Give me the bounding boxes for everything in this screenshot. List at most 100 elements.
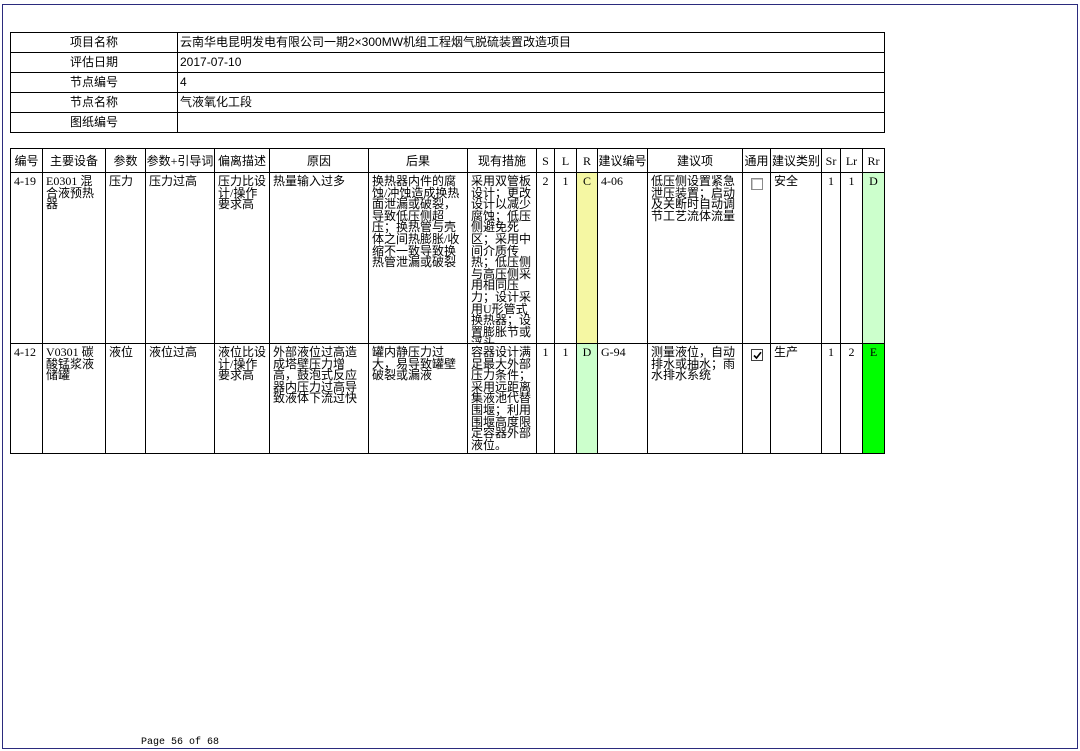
recommendation-cell: 测量液位，自动排水或抽水；雨水排水系统 (647, 343, 743, 454)
header-recommendation: 建议项 (647, 148, 743, 173)
table-header-row: 编号 主要设备 参数 参数+引导词 偏离描述 原因 后果 现有措施 S L R … (10, 148, 885, 173)
header-s: S (536, 148, 555, 173)
rec-id-cell: 4-06 (597, 172, 648, 344)
info-row-project-name: 项目名称 云南华电昆明发电有限公司一期2×300MW机组工程烟气脱硫装置改造项目 (10, 32, 885, 53)
rec-id-text: G-94 (601, 345, 626, 359)
risk-text: C (582, 174, 591, 188)
risk-cell: D (576, 343, 598, 454)
hazop-worksheet-table: 编号 主要设备 参数 参数+引导词 偏离描述 原因 后果 现有措施 S L R … (10, 148, 885, 454)
info-value: 云南华电昆明发电有限公司一期2×300MW机组工程烟气脱硫装置改造项目 (177, 32, 885, 53)
residual-risk-cell: D (862, 172, 885, 344)
general-checkbox[interactable] (750, 349, 763, 361)
info-label: 节点编号 (10, 72, 178, 93)
severity-cell: 2 (536, 172, 555, 344)
residual-risk-text: E (869, 345, 878, 359)
param-guideword-text: 液位过高 (149, 345, 198, 359)
header-id: 编号 (10, 148, 43, 173)
residual-severity-cell: 1 (821, 172, 841, 344)
recommendation-text: 低压侧设置紧急泄压装置；启动及关断时自动调节工艺流体流量 (651, 174, 736, 223)
severity-text: 2 (542, 174, 549, 188)
residual-severity-text: 1 (828, 174, 834, 188)
rec-category-cell: 安全 (770, 172, 822, 344)
rec-category-cell: 生产 (770, 343, 822, 454)
deviation-text: 压力比设计/操作要求高 (218, 174, 267, 212)
safeguards-cell: 采用双管板设计；更改设计以减少腐蚀；低压侧避免死区；采用中间介质传热；低压侧与高… (467, 172, 537, 344)
equipment-cell: E0301 混合液预热器 (42, 172, 106, 344)
general-wrapper (743, 344, 770, 453)
info-value (177, 112, 885, 133)
info-label: 项目名称 (10, 32, 178, 53)
deviation-cell: 压力比设计/操作要求高 (214, 172, 270, 344)
safeguards-text: 容器设计满足最大外部压力条件；采用远距离集液池代替围堰；利用围堰高度限定容器外部… (471, 345, 532, 452)
parameter-text: 压力 (109, 174, 134, 188)
rec-id-cell: G-94 (597, 343, 648, 454)
general-cell (742, 343, 771, 454)
header-lr: Lr (840, 148, 863, 173)
info-row-drawing-number: 图纸编号 (10, 112, 885, 133)
parameter-cell: 压力 (105, 172, 146, 344)
residual-likelihood-text: 2 (848, 345, 855, 359)
parameter-text: 液位 (109, 345, 134, 359)
header-r: R (576, 148, 598, 173)
equipment-cell: V0301 碳酸锰浆液储罐 (42, 343, 106, 454)
header-deviation: 偏离描述 (214, 148, 270, 173)
header-rec-id: 建议编号 (597, 148, 648, 173)
consequence-cell: 换热器内件的腐蚀/冲蚀造成换热面泄漏或破裂，导致低压侧超压；换热管与壳体之间热膨… (368, 172, 468, 344)
header-l: L (554, 148, 577, 173)
likelihood-cell: 1 (554, 343, 577, 454)
header-parameter: 参数 (105, 148, 146, 173)
id-cell: 4-19 (10, 172, 43, 344)
risk-cell: C (576, 172, 598, 344)
info-row-node-number: 节点编号 4 (10, 72, 885, 93)
consequence-text: 换热器内件的腐蚀/冲蚀造成换热面泄漏或破裂，导致低压侧超压；换热管与壳体之间热膨… (372, 174, 460, 270)
residual-risk-text: D (869, 174, 878, 188)
table-row: 4-12 V0301 碳酸锰浆液储罐 液位 液位过高 液位比设计/操作要求高 外… (10, 343, 885, 454)
deviation-text: 液位比设计/操作要求高 (218, 345, 267, 383)
header-rec-category: 建议类别 (770, 148, 822, 173)
safeguards-text: 采用双管板设计；更改设计以减少腐蚀；低压侧避免死区；采用中间介质传热；低压侧与高… (471, 174, 532, 343)
likelihood-cell: 1 (554, 172, 577, 344)
cause-cell: 外部液位过高造成塔壁压力增高，鼓泡式反应器内压力过高导致液体下流过快 (269, 343, 369, 454)
residual-likelihood-text: 1 (848, 174, 855, 188)
equipment-text: E0301 混合液预热器 (46, 174, 95, 212)
likelihood-text: 1 (562, 345, 569, 359)
residual-likelihood-cell: 1 (840, 172, 863, 344)
rec-id-text: 4-06 (601, 174, 623, 188)
general-checkbox[interactable] (750, 178, 763, 190)
residual-likelihood-cell: 2 (840, 343, 863, 454)
header-safeguards: 现有措施 (467, 148, 537, 173)
equipment-text: V0301 碳酸锰浆液储罐 (46, 345, 95, 383)
parameter-cell: 液位 (105, 343, 146, 454)
header-consequence: 后果 (368, 148, 468, 173)
header-equipment: 主要设备 (42, 148, 106, 173)
residual-severity-text: 1 (828, 345, 834, 359)
recommendation-text: 测量液位，自动排水或抽水；雨水排水系统 (651, 345, 736, 383)
residual-severity-cell: 1 (821, 343, 841, 454)
id-cell: 4-12 (10, 343, 43, 454)
param-guideword-cell: 液位过高 (145, 343, 215, 454)
general-wrapper (743, 173, 770, 343)
likelihood-text: 1 (562, 174, 569, 188)
header-cause: 原因 (269, 148, 369, 173)
info-row-assessment-date: 评估日期 2017-07-10 (10, 52, 885, 73)
header-sr: Sr (821, 148, 841, 173)
info-value: 4 (177, 72, 885, 93)
consequence-cell: 罐内静压力过大，易导致罐壁破裂或漏液 (368, 343, 468, 454)
info-label: 图纸编号 (10, 112, 178, 133)
param-guideword-cell: 压力过高 (145, 172, 215, 344)
header-param-guideword: 参数+引导词 (145, 148, 215, 173)
cause-text: 外部液位过高造成塔壁压力增高，鼓泡式反应器内压力过高导致液体下流过快 (273, 345, 358, 406)
header-general: 通用 (742, 148, 771, 173)
header-rr: Rr (862, 148, 885, 173)
consequence-text: 罐内静压力过大，易导致罐壁破裂或漏液 (372, 345, 457, 383)
info-value: 2017-07-10 (177, 52, 885, 73)
info-value: 气液氧化工段 (177, 92, 885, 113)
residual-risk-cell: E (862, 343, 885, 454)
page-number-footer: Page 56 of 68 (141, 737, 220, 748)
recommendation-cell: 低压侧设置紧急泄压装置；启动及关断时自动调节工艺流体流量 (647, 172, 743, 344)
severity-cell: 1 (536, 343, 555, 454)
id-text: 4-12 (14, 345, 36, 359)
table-row: 4-19 E0301 混合液预热器 压力 压力过高 压力比设计/操作要求高 热量… (10, 172, 885, 344)
cause-cell: 热量输入过多 (269, 172, 369, 344)
rec-category-text: 安全 (774, 174, 799, 188)
